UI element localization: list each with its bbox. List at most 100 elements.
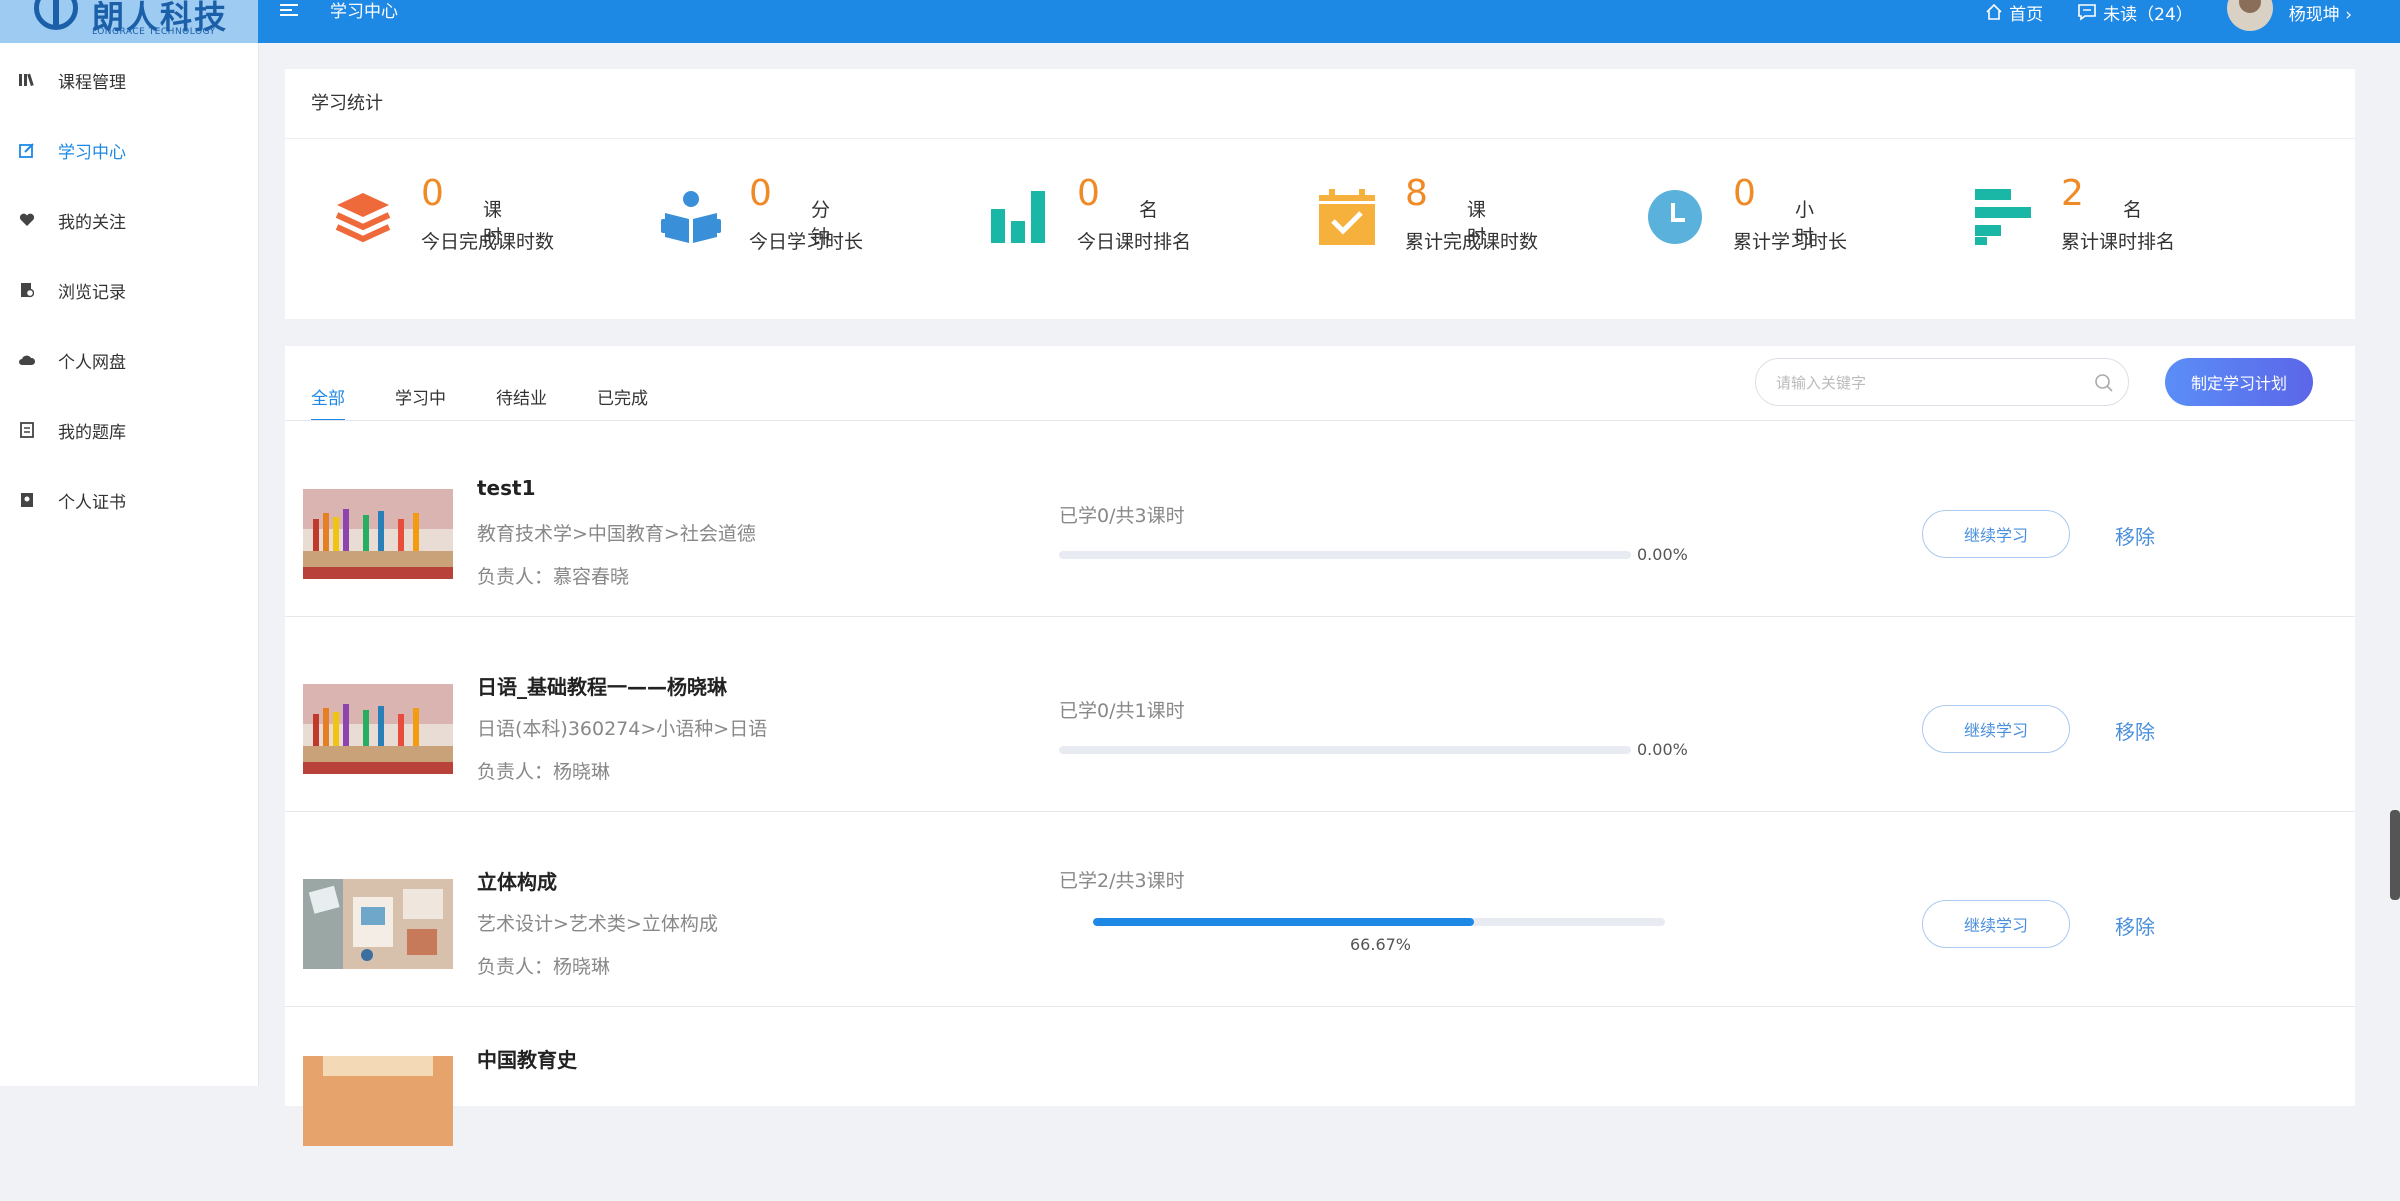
- stat-label: 今日学习时长: [749, 231, 864, 253]
- layers-icon: [335, 193, 391, 243]
- stat-value: 0: [1077, 173, 1100, 214]
- sidebar-item-learning-center[interactable]: 学习中心: [0, 130, 258, 170]
- learning-stats-card: 学习统计 0 课时 今日完成课时数 0 分钟 今日学习时长 0 名 今日课时排名…: [285, 69, 2355, 319]
- unread-messages-link[interactable]: 未读（24）: [2077, 0, 2193, 25]
- course-title[interactable]: 日语_基础教程一——杨晓琳: [477, 671, 727, 700]
- course-thumbnail[interactable]: [303, 684, 453, 774]
- stat-label: 累计完成课时数: [1405, 231, 1539, 253]
- tab-all[interactable]: 全部: [311, 384, 345, 421]
- course-progress-text: 已学0/共3课时: [1059, 505, 1185, 527]
- top-bar: 朗人科技 LONGRACE TECHNOLOGY 学习中心 首页 未读（24） …: [0, 0, 2400, 43]
- search-box[interactable]: [1755, 358, 2129, 406]
- sidebar-item-question-bank[interactable]: 我的题库: [0, 410, 258, 450]
- tab-completed[interactable]: 已完成: [597, 384, 648, 421]
- certificate-icon: [18, 491, 36, 509]
- heart-icon: [18, 211, 36, 229]
- stat-label: 今日完成课时数: [421, 231, 555, 253]
- stat-value: 2: [2061, 173, 2084, 214]
- home-link[interactable]: 首页: [1985, 0, 2043, 25]
- course-thumbnail[interactable]: [303, 879, 453, 969]
- home-label: 首页: [2009, 4, 2044, 25]
- horizontal-bars-icon: [1975, 189, 2031, 245]
- stat-value: 8: [1405, 173, 1428, 214]
- search-input[interactable]: [1774, 369, 2078, 397]
- course-category-path: 日语(本科)360274>小语种>日语: [477, 718, 768, 740]
- course-thumbnail[interactable]: [303, 489, 453, 579]
- sidebar-item-label: 学习中心: [58, 142, 126, 163]
- clock-icon: [1648, 190, 1702, 244]
- sidebar-item-label: 个人网盘: [58, 352, 126, 373]
- sidebar-item-course-management[interactable]: 课程管理: [0, 60, 258, 100]
- course-progress-percent: 0.00%: [1637, 545, 1688, 564]
- tab-in-progress[interactable]: 学习中: [395, 384, 446, 421]
- sidebar-item-my-follows[interactable]: 我的关注: [0, 200, 258, 240]
- course-progress-bar: [1059, 551, 1631, 559]
- sidebar-item-label: 课程管理: [58, 72, 126, 93]
- menu-toggle-icon[interactable]: [280, 4, 298, 18]
- course-title[interactable]: 立体构成: [477, 866, 557, 895]
- remove-course-link[interactable]: 移除: [2115, 911, 2155, 940]
- search-icon[interactable]: [2094, 373, 2114, 393]
- course-title[interactable]: 中国教育史: [477, 1044, 577, 1073]
- stat-value: 0: [421, 173, 444, 214]
- stat-label: 累计课时排名: [2061, 231, 2176, 253]
- course-progress-bar: [1093, 918, 1665, 926]
- reader-icon: [661, 191, 721, 243]
- course-progress-bar: [1059, 746, 1631, 754]
- course-row: test1 教育技术学>中国教育>社会道德 负责人：慕容春晓 已学0/共3课时 …: [285, 421, 2355, 617]
- sidebar-item-certificates[interactable]: 个人证书: [0, 480, 258, 520]
- make-study-plan-button[interactable]: 制定学习计划: [2165, 358, 2313, 406]
- course-progress-percent: 0.00%: [1637, 740, 1688, 759]
- sidebar: 课程管理 学习中心 我的关注 浏览记录 个人网盘 我的题库 个人证书: [0, 43, 259, 1086]
- remove-course-link[interactable]: 移除: [2115, 716, 2155, 745]
- sidebar-item-label: 个人证书: [58, 492, 126, 513]
- logo-mark-icon: [34, 0, 78, 30]
- course-owner: 负责人：慕容春晓: [477, 566, 630, 588]
- course-row: 立体构成 艺术设计>艺术类>立体构成 负责人：杨晓琳 已学2/共3课时 66.6…: [285, 811, 2355, 1007]
- course-row: 日语_基础教程一——杨晓琳 日语(本科)360274>小语种>日语 负责人：杨晓…: [285, 616, 2355, 812]
- stat-unit: 名: [1139, 199, 1159, 221]
- course-owner: 负责人：杨晓琳: [477, 761, 611, 783]
- user-name-menu[interactable]: 杨现坤 ›: [2289, 0, 2352, 25]
- sidebar-item-label: 浏览记录: [58, 282, 126, 303]
- continue-learning-button[interactable]: 继续学习: [1922, 705, 2070, 753]
- books-icon: [18, 71, 36, 89]
- home-icon: [1986, 3, 2002, 20]
- stat-value: 0: [749, 173, 772, 214]
- course-progress-text: 已学2/共3课时: [1059, 870, 1185, 892]
- continue-learning-button[interactable]: 继续学习: [1922, 900, 2070, 948]
- top-right-nav: 首页 未读（24） 杨现坤 ›: [1985, 0, 2400, 31]
- scrollbar-thumb[interactable]: [2390, 810, 2400, 900]
- course-progress-text: 已学0/共1课时: [1059, 700, 1185, 722]
- cloud-icon: [18, 351, 36, 369]
- bar-chart-icon: [991, 191, 1045, 243]
- course-title[interactable]: test1: [477, 476, 536, 500]
- course-list-card: 全部 学习中 待结业 已完成 制定学习计划 test1 教育技术学>中国教育>社…: [285, 346, 2355, 1146]
- logo-subtitle: LONGRACE TECHNOLOGY: [92, 27, 216, 37]
- tab-pending-completion[interactable]: 待结业: [496, 384, 547, 421]
- calendar-check-icon: [1319, 189, 1375, 245]
- message-icon: [2078, 4, 2096, 21]
- avatar[interactable]: [2226, 0, 2273, 31]
- stats-title: 学习统计: [285, 69, 2355, 139]
- stat-label: 累计学习时长: [1733, 231, 1848, 253]
- question-bank-icon: [18, 421, 36, 439]
- sidebar-item-label: 我的题库: [58, 422, 126, 443]
- sidebar-item-label: 我的关注: [58, 212, 126, 233]
- sidebar-item-personal-drive[interactable]: 个人网盘: [0, 340, 258, 380]
- continue-learning-button[interactable]: 继续学习: [1922, 510, 2070, 558]
- course-thumbnail[interactable]: [303, 1056, 453, 1146]
- logo[interactable]: 朗人科技 LONGRACE TECHNOLOGY: [0, 0, 258, 43]
- stat-label: 今日课时排名: [1077, 231, 1192, 253]
- history-icon: [18, 281, 36, 299]
- unread-label: 未读（24）: [2103, 4, 2193, 25]
- sidebar-item-browse-history[interactable]: 浏览记录: [0, 270, 258, 310]
- course-progress-percent: 66.67%: [1350, 935, 1412, 954]
- remove-course-link[interactable]: 移除: [2115, 521, 2155, 550]
- stat-unit: 名: [2123, 199, 2143, 221]
- edit-icon: [18, 141, 36, 159]
- course-category-path: 教育技术学>中国教育>社会道德: [477, 523, 756, 545]
- course-category-path: 艺术设计>艺术类>立体构成: [477, 913, 718, 935]
- stat-value: 0: [1733, 173, 1756, 214]
- course-row: 中国教育史: [285, 1006, 2355, 1201]
